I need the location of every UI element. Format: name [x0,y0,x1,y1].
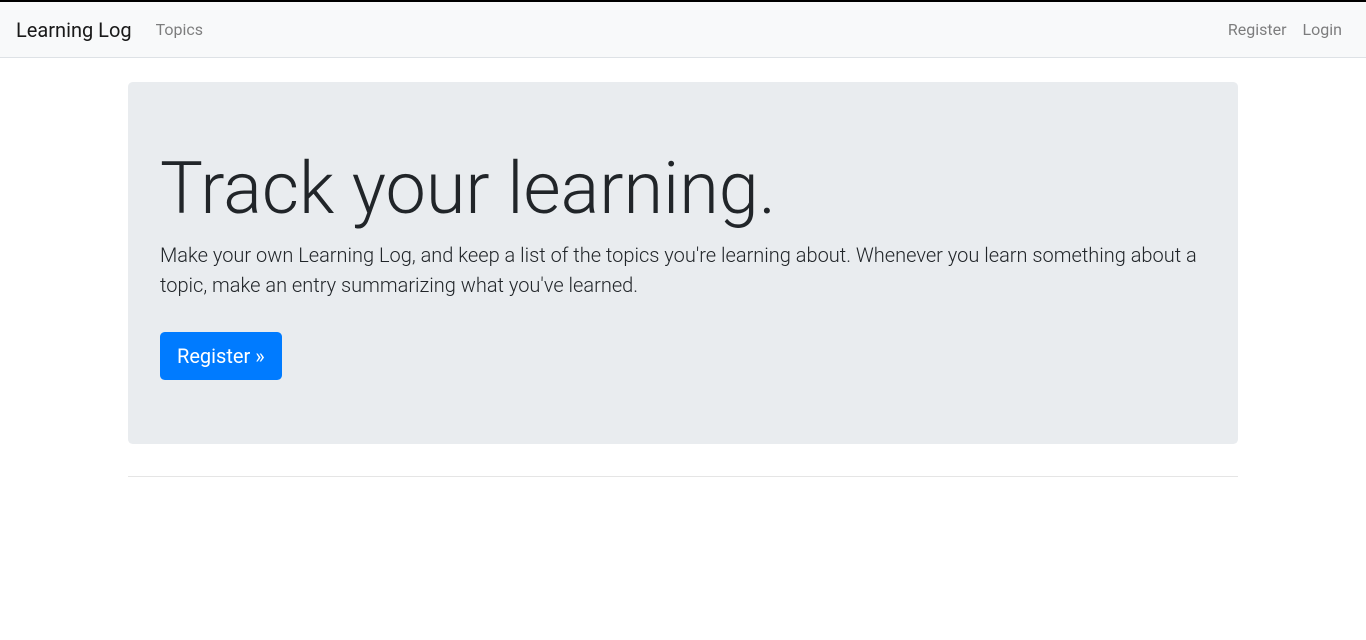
page-heading: Track your learning. [160,146,1206,232]
divider [128,476,1238,477]
jumbotron: Track your learning. Make your own Learn… [128,82,1238,444]
navbar: Learning Log Topics Register Login [0,2,1366,58]
register-button[interactable]: Register » [160,332,282,380]
navbar-left: Learning Log Topics [16,12,211,47]
page-lead: Make your own Learning Log, and keep a l… [160,240,1206,300]
navbar-right: Register Login [1220,12,1350,47]
main-container: Track your learning. Make your own Learn… [113,82,1253,477]
nav-link-login[interactable]: Login [1295,12,1350,47]
nav-link-register[interactable]: Register [1220,12,1295,47]
nav-link-topics[interactable]: Topics [148,12,211,47]
brand-link[interactable]: Learning Log [16,13,132,47]
